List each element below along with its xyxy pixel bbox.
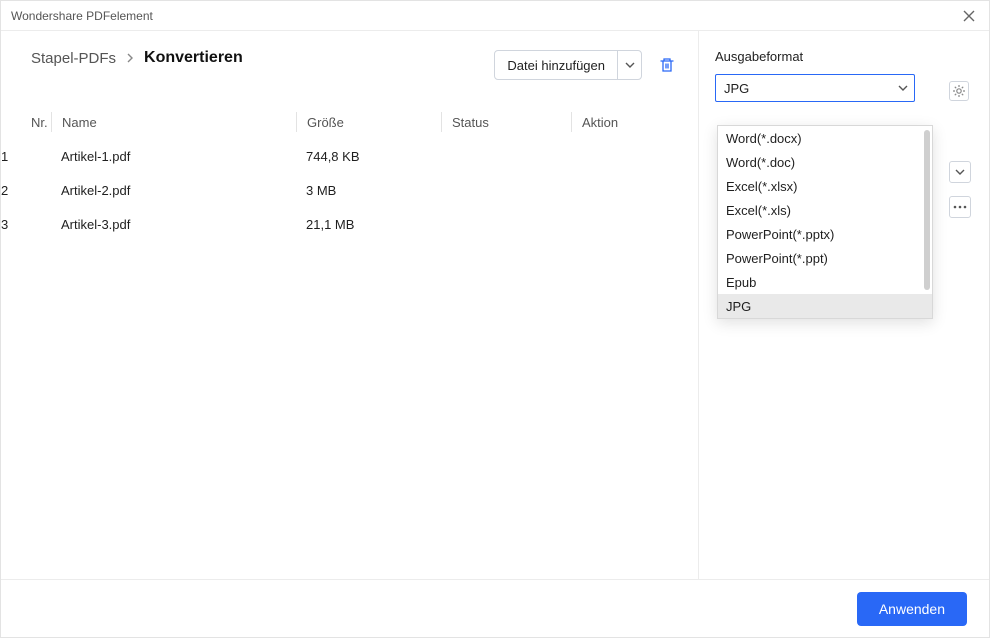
titlebar: Wondershare PDFelement — [1, 1, 989, 31]
footer: Anwenden — [1, 579, 989, 637]
format-option[interactable]: Excel(*.xls) — [718, 198, 932, 222]
expand-button[interactable] — [949, 161, 971, 183]
gear-icon[interactable] — [949, 81, 969, 101]
col-header-nr: Nr. — [1, 112, 51, 132]
file-table: Nr. Name Größe Status Aktion 1 Artikel-1… — [1, 105, 698, 241]
app-window: Wondershare PDFelement Stapel-PDFs Konve… — [0, 0, 990, 638]
table-header: Nr. Name Größe Status Aktion — [1, 105, 698, 139]
left-pane: Stapel-PDFs Konvertieren Datei hinzufüge… — [1, 31, 699, 579]
dropdown-scrollbar[interactable] — [924, 130, 930, 290]
output-format-value: JPG — [724, 81, 749, 96]
format-option[interactable]: PowerPoint(*.ppt) — [718, 246, 932, 270]
col-header-name: Name — [51, 112, 296, 132]
apply-button[interactable]: Anwenden — [857, 592, 967, 626]
format-option[interactable]: PowerPoint(*.pptx) — [718, 222, 932, 246]
col-header-status: Status — [441, 112, 571, 132]
output-format-label: Ausgabeformat — [715, 49, 973, 64]
close-icon[interactable] — [959, 6, 979, 26]
breadcrumb-current: Konvertieren — [144, 49, 243, 67]
format-option[interactable]: Excel(*.xlsx) — [718, 174, 932, 198]
content-area: Stapel-PDFs Konvertieren Datei hinzufüge… — [1, 31, 989, 579]
chevron-down-icon — [898, 85, 908, 91]
trash-icon[interactable] — [656, 54, 678, 76]
more-button[interactable] — [949, 196, 971, 218]
chevron-right-icon — [126, 53, 134, 63]
format-option[interactable]: Word(*.doc) — [718, 150, 932, 174]
format-option[interactable]: Epub — [718, 270, 932, 294]
output-format-select[interactable]: JPG — [715, 74, 915, 102]
col-header-size: Größe — [296, 112, 441, 132]
chevron-down-icon[interactable] — [617, 51, 641, 79]
breadcrumb-root[interactable]: Stapel-PDFs — [31, 50, 116, 67]
table-row[interactable]: 1 Artikel-1.pdf 744,8 KB — [1, 139, 698, 173]
add-file-button[interactable]: Datei hinzufügen — [494, 50, 642, 80]
breadcrumb: Stapel-PDFs Konvertieren — [1, 49, 243, 81]
output-format-dropdown: Word(*.docx) Word(*.doc) Excel(*.xlsx) E… — [717, 125, 933, 319]
col-header-action: Aktion — [571, 112, 698, 132]
add-file-label: Datei hinzufügen — [495, 58, 617, 73]
format-option[interactable]: Word(*.docx) — [718, 126, 932, 150]
table-row[interactable]: 2 Artikel-2.pdf 3 MB — [1, 173, 698, 207]
format-option-selected[interactable]: JPG — [718, 294, 932, 318]
window-title: Wondershare PDFelement — [11, 9, 153, 23]
table-row[interactable]: 3 Artikel-3.pdf 21,1 MB — [1, 207, 698, 241]
